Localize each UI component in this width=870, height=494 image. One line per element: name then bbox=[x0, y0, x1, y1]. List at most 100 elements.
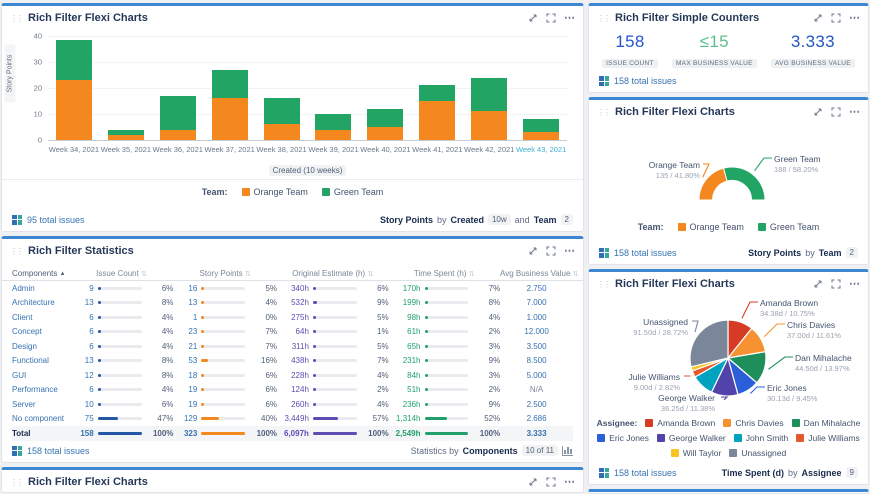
bar-segment-green-team[interactable] bbox=[212, 70, 248, 99]
sort-icon[interactable]: ⇅ bbox=[469, 271, 475, 278]
stacked-bar[interactable] bbox=[264, 98, 300, 140]
legend-item-unassigned[interactable]: Unassigned bbox=[729, 448, 786, 458]
legend-item-george-walker[interactable]: George Walker bbox=[657, 433, 726, 443]
stacked-bar[interactable] bbox=[212, 70, 248, 140]
component-link[interactable]: Concept bbox=[12, 327, 70, 336]
stacked-bar[interactable] bbox=[315, 114, 351, 140]
bar-segment-orange-team[interactable] bbox=[212, 98, 248, 140]
expand-icon[interactable] bbox=[546, 246, 556, 256]
component-link[interactable]: Architecture bbox=[12, 298, 70, 307]
stacked-bar[interactable] bbox=[471, 78, 507, 140]
legend-item-green-team[interactable]: Green Team bbox=[322, 187, 383, 197]
stacked-bar[interactable] bbox=[160, 96, 196, 140]
component-link[interactable]: Admin bbox=[12, 284, 70, 293]
counter-max-business-value[interactable]: ≤15 MAX BUSINESS VALUE bbox=[672, 32, 757, 70]
column-header-time-spent-h-[interactable]: Time Spent (h) ⇅ bbox=[388, 269, 500, 278]
stacked-bar[interactable] bbox=[108, 130, 144, 140]
sort-icon[interactable]: ⇅ bbox=[245, 271, 251, 278]
drag-handle-icon[interactable]: ⋮⋮ bbox=[10, 14, 22, 23]
bar-segment-orange-team[interactable] bbox=[264, 124, 300, 140]
more-menu-icon[interactable]: ⋯ bbox=[564, 15, 575, 21]
expand-icon[interactable] bbox=[831, 279, 841, 289]
expand-icon[interactable] bbox=[831, 107, 841, 117]
column-header-story-points[interactable]: Story Points ⇅ bbox=[173, 269, 277, 278]
more-menu-icon[interactable]: ⋯ bbox=[564, 248, 575, 254]
stacked-bar[interactable] bbox=[367, 109, 403, 140]
bar-segment-orange-team[interactable] bbox=[315, 130, 351, 140]
component-link[interactable]: No component bbox=[12, 414, 70, 423]
bar-segment-orange-team[interactable] bbox=[56, 80, 92, 140]
bar-segment-green-team[interactable] bbox=[160, 96, 196, 130]
bar-segment-orange-team[interactable] bbox=[367, 127, 403, 140]
legend-item-orange-team[interactable]: Orange Team bbox=[242, 187, 308, 197]
stacked-bar[interactable] bbox=[523, 119, 559, 140]
bar-segment-green-team[interactable] bbox=[56, 40, 92, 80]
switch-to-chart-icon[interactable] bbox=[562, 446, 573, 456]
column-header-issue-count[interactable]: Issue Count ⇅ bbox=[70, 269, 174, 278]
pie-slice-unassigned[interactable] bbox=[690, 320, 728, 367]
collapse-icon[interactable] bbox=[528, 477, 538, 487]
legend-item-eric-jones[interactable]: Eric Jones bbox=[597, 433, 649, 443]
drag-handle-icon[interactable]: ⋮⋮ bbox=[10, 247, 22, 256]
bar-segment-green-team[interactable] bbox=[315, 114, 351, 130]
more-menu-icon[interactable]: ⋯ bbox=[849, 15, 860, 21]
drag-handle-icon[interactable]: ⋮⋮ bbox=[10, 478, 22, 487]
stacked-bar[interactable] bbox=[419, 85, 455, 140]
legend-item-john-smith[interactable]: John Smith bbox=[734, 433, 789, 443]
collapse-icon[interactable] bbox=[813, 279, 823, 289]
legend-item-will-taylor[interactable]: Will Taylor bbox=[671, 448, 722, 458]
legend-item-amanda-brown[interactable]: Amanda Brown bbox=[645, 418, 715, 428]
column-header-avg-business-value[interactable]: Avg Business Value ⇅ bbox=[500, 269, 573, 278]
expand-icon[interactable] bbox=[546, 13, 556, 23]
bar-segment-green-team[interactable] bbox=[471, 78, 507, 112]
bar-segment-orange-team[interactable] bbox=[523, 132, 559, 140]
total-issues-link[interactable]: 158 total issues bbox=[599, 248, 677, 258]
legend-item-dan-mihalache[interactable]: Dan Mihalache bbox=[792, 418, 861, 428]
component-link[interactable]: Design bbox=[12, 342, 70, 351]
sort-icon[interactable]: ▲ bbox=[60, 271, 66, 277]
counter-issue-count[interactable]: 158 ISSUE COUNT bbox=[602, 32, 658, 70]
sort-icon[interactable]: ⇅ bbox=[573, 271, 579, 278]
bar-segment-orange-team[interactable] bbox=[471, 111, 507, 140]
sort-icon[interactable]: ⇅ bbox=[141, 271, 147, 278]
bar-segment-green-team[interactable] bbox=[419, 85, 455, 101]
collapse-icon[interactable] bbox=[813, 13, 823, 23]
component-link[interactable]: Server bbox=[12, 400, 70, 409]
sort-icon[interactable]: ⇅ bbox=[367, 271, 373, 278]
total-issues-link[interactable]: 158 total issues bbox=[599, 468, 677, 478]
total-issues-link[interactable]: 158 total issues bbox=[12, 446, 90, 456]
more-menu-icon[interactable]: ⋯ bbox=[849, 109, 860, 115]
column-header-original-estimate-h-[interactable]: Original Estimate (h) ⇅ bbox=[277, 269, 389, 278]
legend-item-chris-davies[interactable]: Chris Davies bbox=[723, 418, 783, 428]
legend-item-orange-team[interactable]: Orange Team bbox=[678, 222, 744, 232]
total-issues-link[interactable]: 95 total issues bbox=[12, 215, 85, 225]
drag-handle-icon[interactable]: ⋮⋮ bbox=[597, 14, 609, 23]
donut-slice-orange-team[interactable] bbox=[699, 168, 727, 200]
counter-avg-business-value[interactable]: 3.333 AVG BUSINESS VALUE bbox=[771, 32, 855, 70]
bar-segment-orange-team[interactable] bbox=[108, 135, 144, 140]
component-link[interactable]: Performance bbox=[12, 385, 70, 394]
more-menu-icon[interactable]: ⋯ bbox=[849, 281, 860, 287]
bar-segment-orange-team[interactable] bbox=[160, 130, 196, 140]
more-menu-icon[interactable]: ⋯ bbox=[564, 479, 575, 485]
bar-segment-green-team[interactable] bbox=[367, 109, 403, 127]
bar-segment-orange-team[interactable] bbox=[419, 101, 455, 140]
collapse-icon[interactable] bbox=[813, 107, 823, 117]
component-link[interactable]: GUI bbox=[12, 371, 70, 380]
expand-icon[interactable] bbox=[546, 477, 556, 487]
donut-slice-green-team[interactable] bbox=[724, 167, 765, 200]
donut-chart[interactable] bbox=[589, 120, 869, 222]
component-link[interactable]: Functional bbox=[12, 356, 70, 365]
bar-segment-green-team[interactable] bbox=[523, 119, 559, 132]
collapse-icon[interactable] bbox=[528, 246, 538, 256]
expand-icon[interactable] bbox=[831, 13, 841, 23]
stacked-bar[interactable] bbox=[56, 40, 92, 140]
legend-item-green-team[interactable]: Green Team bbox=[758, 222, 819, 232]
collapse-icon[interactable] bbox=[528, 13, 538, 23]
column-header-components[interactable]: Components ▲ bbox=[12, 269, 70, 278]
component-link[interactable]: Client bbox=[12, 313, 70, 322]
legend-item-julie-williams[interactable]: Julie Williams bbox=[796, 433, 859, 443]
total-issues-link[interactable]: 158 total issues bbox=[599, 76, 677, 86]
drag-handle-icon[interactable]: ⋮⋮ bbox=[597, 108, 609, 117]
drag-handle-icon[interactable]: ⋮⋮ bbox=[597, 280, 609, 289]
